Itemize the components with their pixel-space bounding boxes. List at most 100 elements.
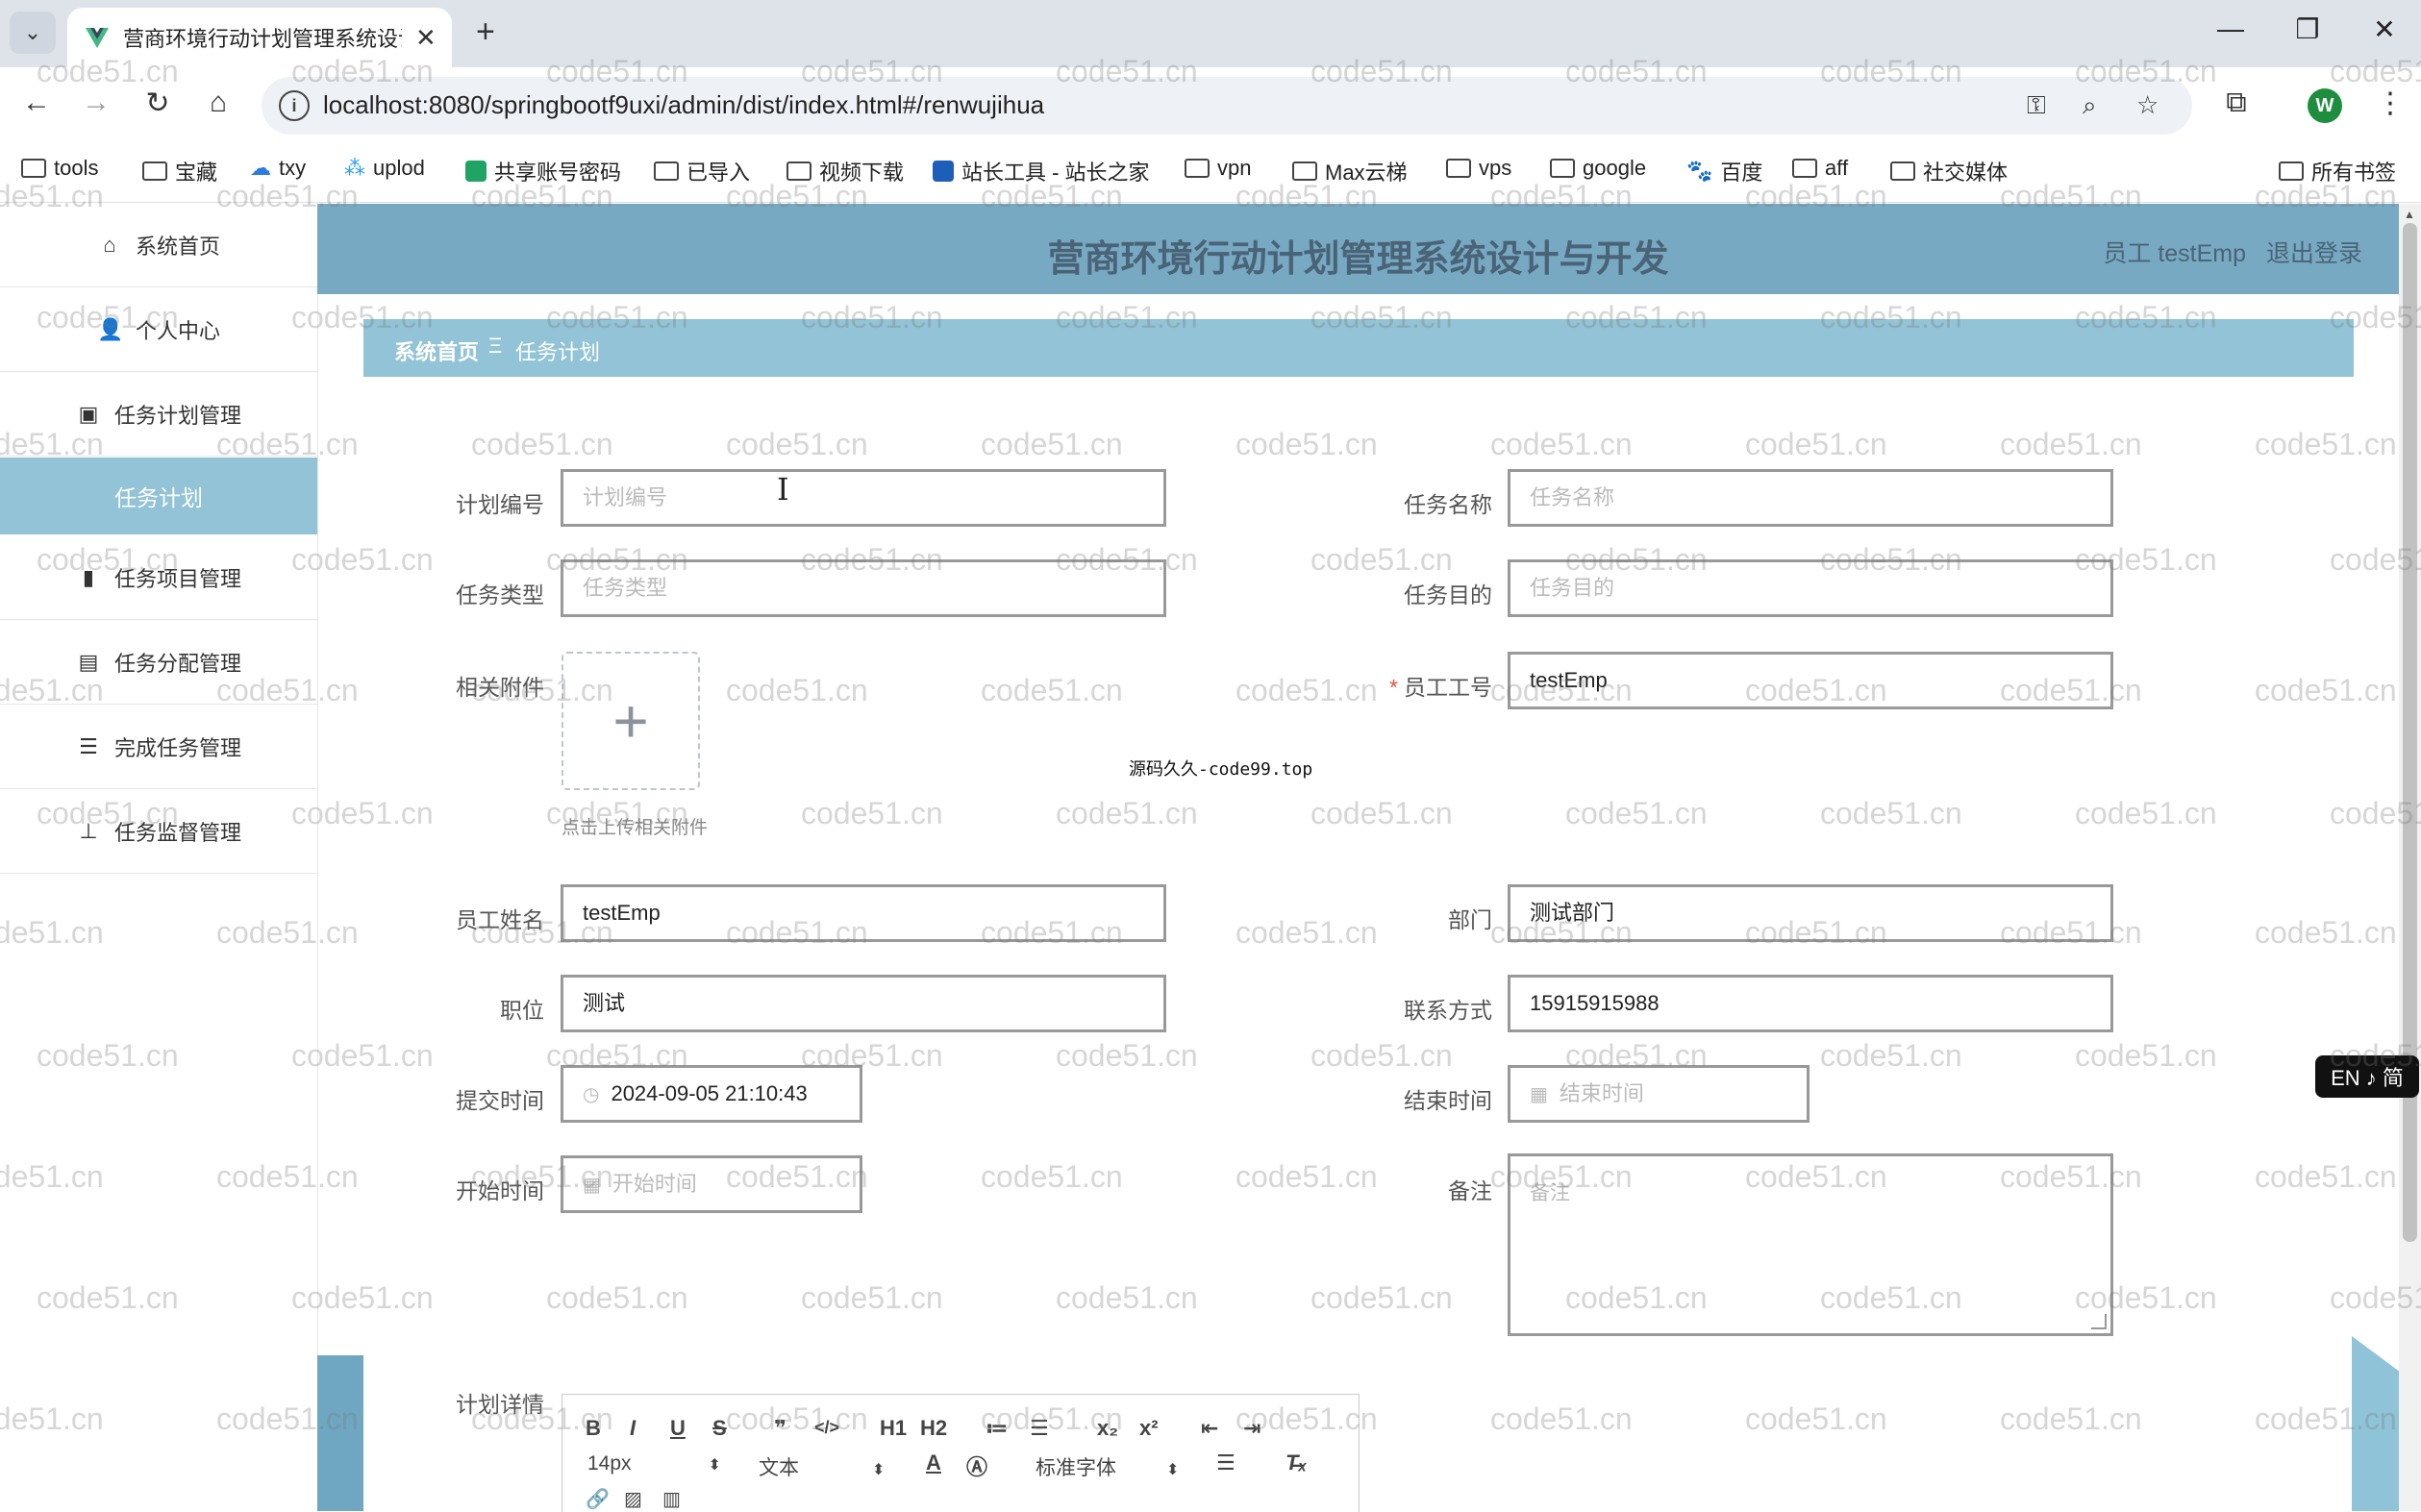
scroll-up-icon[interactable]: ▲ [2404,208,2415,221]
home-browser-icon[interactable]: ⌂ [197,87,239,119]
profile-avatar[interactable]: W [2308,88,2342,123]
zoom-icon[interactable]: ⌕ [2083,90,2097,121]
clear-format-icon[interactable]: T̶ₓ [1285,1450,1307,1475]
watermark-text: code51.cn [2255,427,2397,461]
new-tab-button[interactable]: + [476,13,495,51]
sidebar-subitem-task-plan[interactable]: 任务计划 [0,458,317,534]
restore-button[interactable]: ❐ [2288,13,2327,45]
star-icon[interactable]: ☆ [2136,90,2159,120]
code-block-button[interactable]: </> [814,1418,839,1438]
task-name-input[interactable]: 任务名称 [1508,469,2113,527]
close-tab-icon[interactable]: ✕ [415,23,437,53]
font-family-select[interactable]: 标准字体 ⬍ [1036,1452,1179,1481]
bookmark-txy[interactable]: ☁ txy [250,156,306,181]
watermark-text: code51.cn [1745,427,1887,461]
blockquote-button[interactable]: ❞ [774,1416,786,1441]
bookmark-baidu[interactable]: 🐾 百度 [1686,156,1762,186]
bookmark-max[interactable]: Max云梯 [1292,156,1408,186]
sidebar-item-task-plan-mgmt[interactable]: ▣ 任务计划管理 [0,373,317,457]
key-icon[interactable]: ⚿ [2027,90,2046,121]
sidebar-item-profile[interactable]: 👤 个人中心 [0,288,317,372]
sidebar-item-task-supervise-mgmt[interactable]: ⊥ 任务监督管理 [0,790,317,874]
app-header: 营商环境行动计划管理系统设计与开发 员工 testEmp 退出登录 [317,204,2399,294]
bookmark-video[interactable]: 视频下载 [786,156,904,186]
font-color-icon[interactable]: A [926,1450,941,1475]
h2-button[interactable]: H2 [920,1416,947,1441]
minimize-button[interactable]: — [2211,13,2250,44]
contact-input[interactable]: 15915915988 [1508,975,2113,1032]
dept-input[interactable]: 测试部门 [1508,884,2113,942]
folder-icon [654,161,679,181]
watermark-text: code51.cn [1310,796,1453,830]
bookmark-social[interactable]: 社交媒体 [1890,156,2008,186]
close-window-button[interactable]: ✕ [2365,13,2404,45]
paw-icon: 🐾 [1686,159,1713,183]
sidebar-item-home[interactable]: ⌂ 系统首页 [0,204,317,287]
sidebar-item-task-assign-mgmt[interactable]: ▤ 任务分配管理 [0,621,317,705]
resize-grip-icon[interactable] [2091,1314,2107,1329]
bookmark-imported[interactable]: 已导入 [654,156,750,186]
bold-button[interactable]: B [586,1416,601,1441]
position-input[interactable]: 测试 [561,975,1166,1032]
bookmark-chinaz[interactable]: 站长工具 - 站长之家 [933,156,1150,186]
site-info-icon[interactable]: i [279,90,310,121]
background-color-icon[interactable]: Ⓐ [966,1450,987,1481]
sidebar-item-task-complete-mgmt[interactable]: ☰ 完成任务管理 [0,706,317,789]
plan-no-input[interactable]: 计划编号 [561,469,1166,527]
strike-button[interactable]: S [712,1416,727,1441]
italic-button[interactable]: I [630,1416,636,1441]
font-size-select[interactable]: 14px ⬍ [587,1452,721,1475]
extensions-icon[interactable]: ⧉ [2215,87,2258,119]
rich-text-editor[interactable]: B I U S ❞ </> H1 H2 ≔ ☰ x₂ x² ⇤ ⇥ 14px ⬍ … [562,1394,1360,1512]
align-icon[interactable]: ☰ [1216,1450,1235,1475]
indent-button[interactable]: ⇥ [1243,1416,1260,1441]
forward-icon[interactable]: → [75,87,117,119]
bookmark-vpn[interactable]: vpn [1185,156,1251,181]
underline-button[interactable]: U [670,1416,686,1441]
bookmark-vps[interactable]: vps [1446,156,1511,181]
bookmark-uplod[interactable]: ⁂ uplod [344,156,425,181]
start-time-picker[interactable]: ▦ 开始时间 [561,1155,862,1213]
end-time-label: 结束时间 [1404,1088,1492,1113]
bookmark-baozang[interactable]: 宝藏 [142,156,217,186]
page-scrollbar[interactable]: ▲ [2399,204,2421,1511]
upload-attachment-button[interactable]: + [562,652,700,790]
link-icon[interactable]: 🔗 [586,1487,610,1511]
bullet-list-button[interactable]: ☰ [1030,1416,1049,1441]
outdent-button[interactable]: ⇤ [1201,1416,1218,1441]
tab-search-button[interactable]: ⌄ [10,12,56,54]
subscript-button[interactable]: x₂ [1097,1416,1118,1441]
sidebar-item-task-project-mgmt[interactable]: ▮ 任务项目管理 [0,536,317,620]
browser-tab[interactable]: 营商环境行动计划管理系统设计 ✕ [67,8,452,67]
video-icon[interactable]: ▥ [662,1487,681,1511]
superscript-button[interactable]: x² [1139,1416,1159,1441]
bookmark-shared-accounts[interactable]: 共享账号密码 [465,156,621,186]
breadcrumb-home[interactable]: 系统首页 [394,335,479,366]
reload-icon[interactable]: ↻ [137,87,179,120]
task-type-input[interactable]: 任务类型 [561,559,1166,617]
folder-icon [1292,161,1317,181]
bookmark-aff[interactable]: aff [1792,156,1848,181]
bookmark-google[interactable]: google [1550,156,1646,181]
address-bar[interactable]: i localhost:8080/springbootf9uxi/admin/d… [262,77,2192,135]
paragraph-select[interactable]: 文本 ⬍ [759,1452,885,1481]
all-bookmarks[interactable]: 所有书签 [2279,156,2396,186]
ime-indicator[interactable]: EN ♪ 简 [2315,1055,2419,1098]
submit-time-picker[interactable]: ◷ 2024-09-05 21:10:43 [561,1065,862,1123]
ordered-list-button[interactable]: ≔ [986,1416,1008,1441]
menu-dots-icon[interactable]: ⋮ [2369,87,2411,120]
remark-textarea[interactable]: 备注 [1508,1153,2113,1336]
back-icon[interactable]: ← [15,87,58,119]
h1-button[interactable]: H1 [880,1416,907,1441]
end-time-picker[interactable]: ▦ 结束时间 [1508,1065,1810,1123]
bookmark-tools[interactable]: tools [21,156,98,181]
emp-name-input[interactable]: testEmp [561,884,1166,942]
watermark-text: code51.cn [981,1159,1123,1194]
logout-link[interactable]: 退出登录 [2266,240,2362,267]
watermark-text: code51.cn [1235,427,1378,461]
required-mark: * [1389,675,1398,700]
image-icon[interactable]: ▨ [624,1487,642,1511]
plan-no-label: 计划编号 [456,492,544,517]
emp-no-input[interactable]: testEmp [1508,652,2113,709]
task-goal-input[interactable]: 任务目的 [1508,559,2113,617]
